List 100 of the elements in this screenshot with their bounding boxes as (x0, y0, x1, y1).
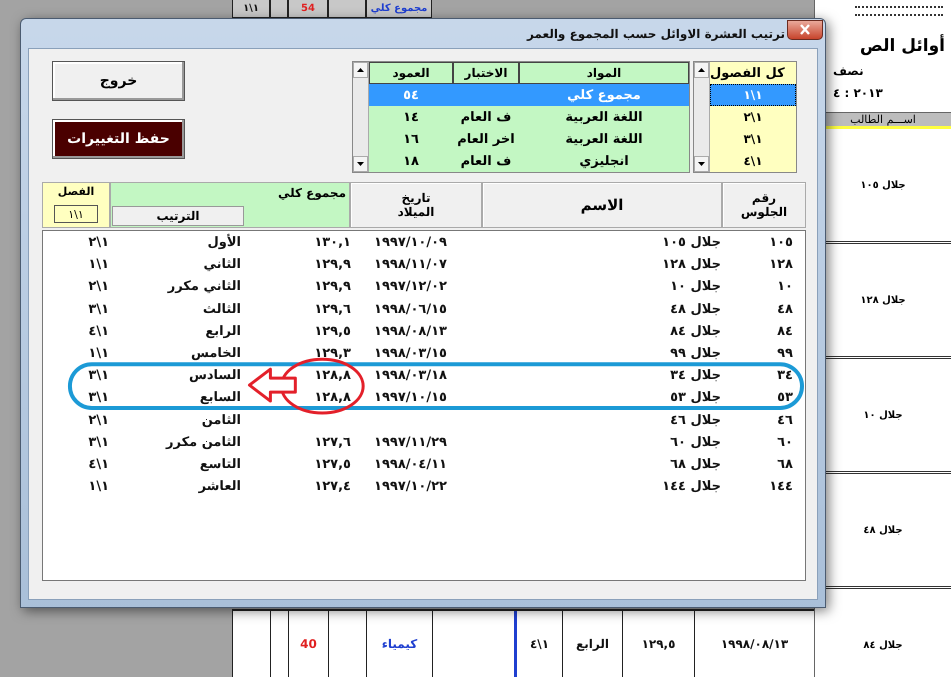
table-cell-text: ١\٤ (87, 322, 110, 341)
table-cell-text: جلال ٩٩ (669, 344, 722, 363)
table-cell-text: ١\٣ (87, 367, 110, 386)
table-cell-text: الخامس (190, 344, 242, 363)
table-cell-text: جلال ٤٨ (669, 300, 722, 319)
table-cell-text: ٤٨ (776, 300, 794, 319)
table-cell-text: جلال ٨٤ (669, 322, 722, 341)
table-cell-text: ١٠٥ (768, 234, 794, 252)
table-cell-text: ١\٢ (87, 412, 110, 430)
table-cell: ١٩٩٨/٠٦/١٥ (374, 302, 447, 317)
up-arrow-icon (698, 68, 705, 72)
table-cell-text: ١٢٨ (768, 256, 794, 274)
list-cell[interactable]: ف العام (453, 106, 519, 128)
table-cell-text: الثامن مكرر (164, 434, 242, 452)
sheet-cell: مجموع كلي (366, 0, 432, 18)
list-cell[interactable]: اخر العام (453, 128, 519, 150)
table-cell: ١٩٩٧/١٢/٠٢ (374, 279, 447, 294)
table-cell-text: جلال ٦٠ (669, 434, 722, 452)
table-cell-text: السابع (198, 389, 242, 408)
class-field[interactable]: ١\١ (54, 205, 98, 223)
list-cell[interactable]: اللغة العربية (519, 128, 689, 150)
table-cell-text: الثالث (202, 300, 242, 319)
column-header: رقم الجلوس (722, 182, 806, 228)
list-item[interactable]: ١\٢ (710, 106, 796, 128)
table-cell-text: جلال ٥٣ (669, 389, 722, 408)
sheet-cell: ١\١ (232, 0, 270, 18)
table-cell-text: جلال ١٢٨ (661, 256, 722, 274)
table-cell: ١٩٩٧/١٠/٢٢ (374, 479, 447, 494)
list-cell[interactable]: ١٤ (369, 106, 453, 128)
column-header: الفصل (58, 185, 94, 198)
table-cell-text: جلال ٣٤ (669, 367, 722, 386)
column-header: الاسم (482, 182, 722, 228)
list-item[interactable]: ١\٣ (710, 128, 796, 150)
table-cell: ١٢٩,٩ (314, 257, 351, 272)
scrollbar[interactable] (353, 62, 369, 172)
table-cell: ١٩٩٧/١١/٢٩ (374, 434, 447, 450)
list-cell[interactable]: ف العام (453, 150, 519, 172)
column-header: العمود (369, 62, 453, 84)
table-cell: ١٩٩٧/١٠/٠٩ (374, 235, 447, 250)
table-cell-text: ١\٢ (87, 278, 110, 296)
column-header: الاختبار (453, 62, 519, 84)
table-cell-text: ١\٣ (87, 434, 110, 452)
table-cell: ١٣٠,١ (314, 235, 351, 250)
table-cell-text: ١٤٤ (768, 478, 794, 496)
list-header: كل الفصول (710, 64, 786, 82)
close-icon (799, 24, 811, 35)
down-arrow-icon (698, 162, 705, 166)
table-cell-text: العاشر (197, 478, 242, 496)
table-cell-text: ١\١ (87, 478, 110, 496)
table-cell-text: ١٠ (776, 278, 794, 296)
list-item[interactable]: ١\٤ (710, 150, 796, 172)
save-button[interactable]: حفظ التغييرات (52, 119, 185, 159)
table-cell: ١٢٩,٥ (314, 324, 351, 339)
up-arrow-icon (357, 68, 364, 72)
close-button[interactable] (787, 20, 823, 40)
table-cell-text: ١\٣ (87, 300, 110, 319)
list-cell[interactable]: انجليزي (519, 150, 689, 172)
exit-button[interactable]: خروج (52, 61, 185, 101)
table-cell-text: ١\٤ (87, 456, 110, 474)
sheet-cell (328, 0, 366, 18)
table-cell-text: الثاني (202, 256, 242, 274)
column-header: تاريخ الميلاد (350, 182, 482, 228)
table-cell-text: الثاني مكرر (166, 278, 242, 296)
column-header: الترتيب (112, 206, 244, 226)
column-header: المواد (519, 62, 689, 84)
table-cell-text: ٨٤ (776, 322, 794, 341)
table-cell: ١٩٩٧/١٠/١٥ (374, 390, 447, 406)
table-cell-text: جلال ٤٦ (669, 412, 722, 430)
sheet-cell (270, 0, 288, 18)
list-cell[interactable]: ١٨ (369, 150, 453, 172)
table-cell-text: ٤٦ (776, 412, 794, 430)
scrollbar[interactable] (694, 62, 710, 172)
table-cell-text: السادس (188, 367, 242, 386)
table-cell: ١٩٩٨/٠٤/١١ (374, 456, 447, 472)
table-cell: ١٩٩٨/٠٨/١٣ (374, 324, 447, 339)
sheet-title: أوائل الص (858, 33, 946, 56)
table-cell-text: الرابع (204, 322, 242, 341)
table-cell-text: ٣٤ (776, 367, 794, 386)
window-title: ترتيب العشرة الاوائل حسب المجموع والعمر (527, 26, 785, 40)
table-cell-text: جلال ٦٨ (669, 456, 722, 474)
table-cell: ١٢٨,٨ (314, 368, 351, 384)
table-cell-text: ١\٣ (87, 389, 110, 408)
table-cell-text: جلال ١٠ (669, 278, 722, 296)
table-cell-text: ٦٨ (776, 456, 794, 474)
list-cell[interactable]: ١٦ (369, 128, 453, 150)
table-cell: ١٩٩٨/٠٣/١٨ (374, 368, 447, 384)
table-cell-text: ١\١ (87, 344, 110, 363)
table-cell: ١٢٩,٦ (314, 302, 351, 317)
table-cell-text: التاسع (198, 456, 242, 474)
list-cell[interactable]: اللغة العربية (519, 106, 689, 128)
table-cell-text: الأول (206, 232, 242, 252)
sheet-subtitle: نصف (832, 63, 865, 78)
arrow-annotation (248, 368, 297, 403)
table-cell: ١٩٩٨/٠٣/١٥ (374, 346, 447, 361)
table-cell: ١٢٧,٦ (314, 434, 351, 450)
table-cell: ١٢٩,٣ (314, 346, 351, 361)
table-cell: ١٢٧,٥ (314, 456, 351, 472)
column-header: مجموع كلي (278, 185, 347, 200)
table-cell-text: ٩٩ (776, 344, 794, 363)
sheet-cell: 54 (288, 0, 328, 18)
